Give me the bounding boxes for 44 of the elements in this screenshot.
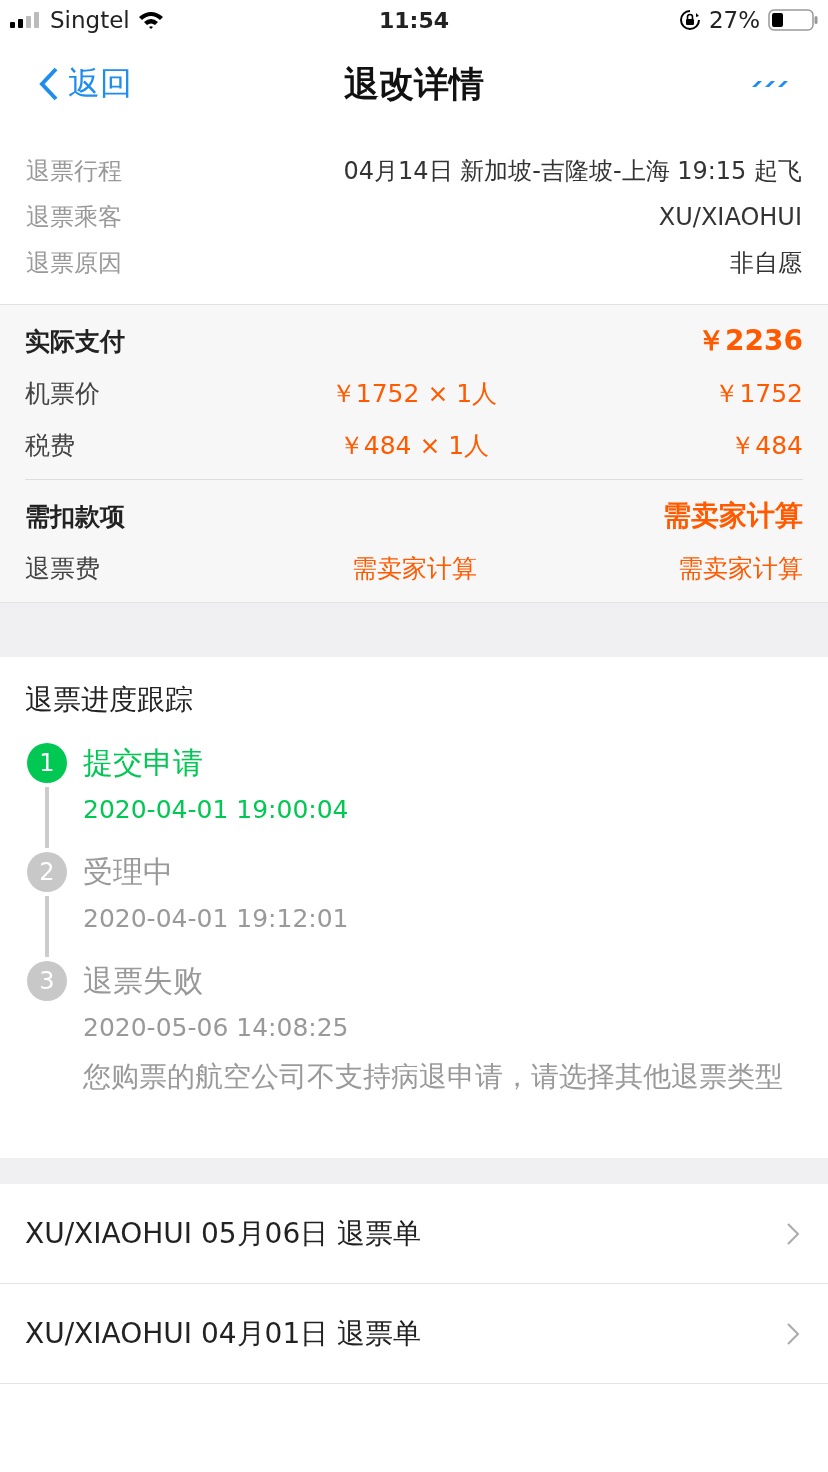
status-time: 11:54 <box>378 7 450 33</box>
step-title: 受理中 <box>83 853 174 891</box>
fee-unit-price: 需卖家计算 <box>350 552 478 585</box>
info-value: XU/XIAOHUI <box>658 203 802 231</box>
refund-record-item[interactable]: XU/XIAOHUI 05月06日 退票单 <box>0 1184 828 1284</box>
fee-label: 机票价 <box>25 377 101 410</box>
refund-record-item[interactable]: XU/XIAOHUI 04月01日 退票单 <box>0 1284 828 1384</box>
rotation-lock-icon <box>678 9 701 31</box>
step-time: 2020-04-01 19:00:04 <box>83 795 350 824</box>
chevron-right-icon <box>786 1221 800 1246</box>
step-number: 1 <box>27 743 67 783</box>
fee-label: 退票费 <box>25 552 101 585</box>
step-title: 退票失败 <box>83 962 204 1000</box>
step-time: 2020-05-06 14:08:25 <box>83 1013 350 1042</box>
battery-percent: 27% <box>708 7 760 33</box>
info-label: 退票乘客 <box>26 202 122 233</box>
step-title: 提交申请 <box>83 744 204 782</box>
fee-amount: ￥1752 <box>713 377 803 410</box>
info-value: 04月14日 新加坡-吉隆坡-上海 19:15 起飞 <box>343 156 802 187</box>
payment-total: 需卖家计算 <box>663 498 803 534</box>
info-label: 退票原因 <box>26 248 122 279</box>
info-label: 退票行程 <box>26 156 122 187</box>
step-note: 您购票的航空公司不支持病退申请，请选择其他退票类型 <box>83 1059 783 1095</box>
fee-label: 税费 <box>25 429 76 462</box>
section-title: 退票进度跟踪 <box>25 682 194 718</box>
signal-icon <box>10 12 42 28</box>
page-title: 退改详情 <box>343 62 485 106</box>
record-label: XU/XIAOHUI 05月06日 退票单 <box>25 1215 422 1252</box>
payment-total: ￥2236 <box>697 323 803 359</box>
payment-heading: 实际支付 <box>25 325 126 358</box>
battery-icon <box>768 9 818 31</box>
chevron-right-icon <box>786 1321 800 1346</box>
carrier-name: Singtel <box>50 7 130 33</box>
fee-amount: ￥484 <box>729 429 803 462</box>
back-chevron-icon <box>38 67 60 101</box>
fee-amount: 需卖家计算 <box>677 552 803 585</box>
fee-unit-price: ￥484 × 1人 <box>337 429 491 462</box>
more-icon[interactable] <box>750 80 788 88</box>
fee-unit-price: ￥1752 × 1人 <box>329 377 499 410</box>
record-label: XU/XIAOHUI 04月01日 退票单 <box>25 1315 422 1352</box>
step-time: 2020-04-01 19:12:01 <box>83 904 350 933</box>
info-value: 非自愿 <box>730 248 802 279</box>
wifi-icon <box>137 10 164 30</box>
payment-heading: 需扣款项 <box>25 500 126 533</box>
